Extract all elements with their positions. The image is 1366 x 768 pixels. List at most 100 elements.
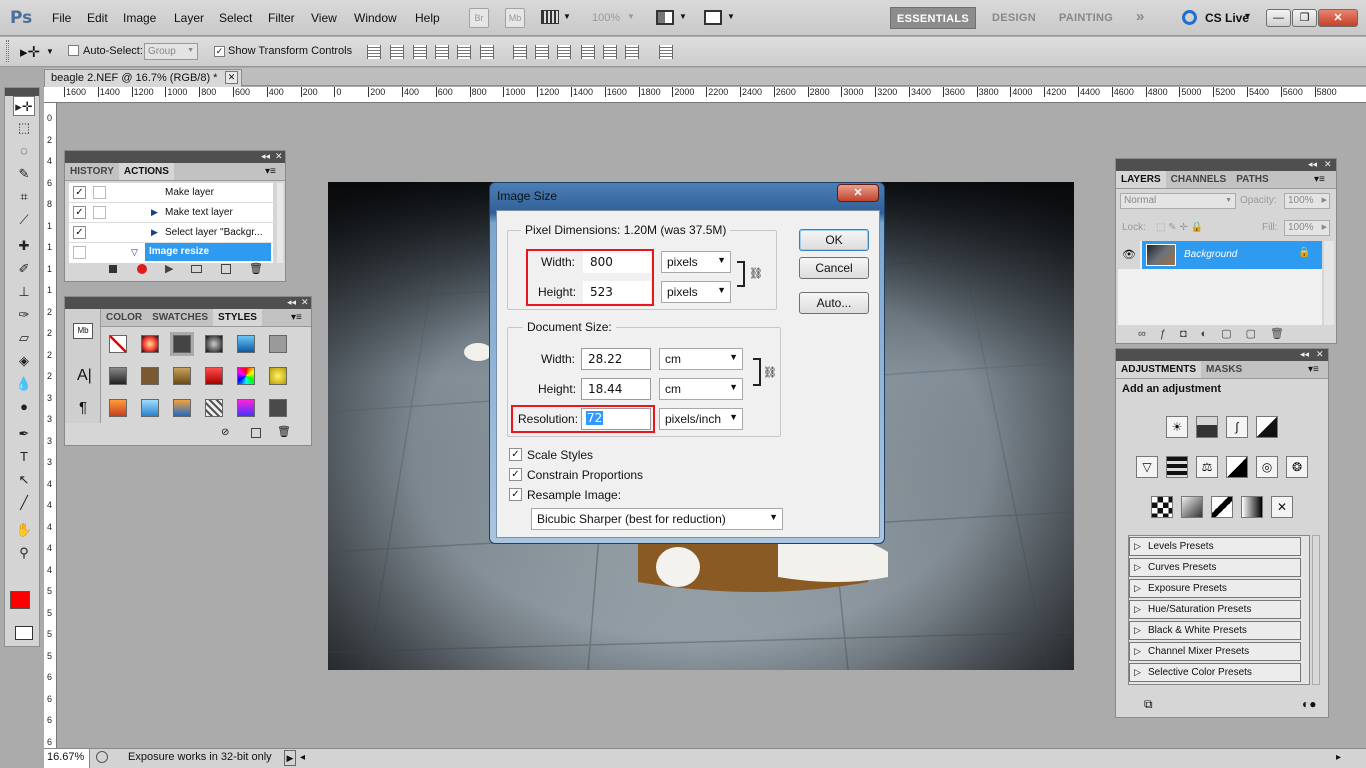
style-swatch[interactable]	[205, 367, 223, 385]
dodge-tool-icon[interactable]: ●	[13, 397, 35, 417]
dialog-close-button[interactable]: ✕	[837, 184, 879, 202]
dialog-toggle[interactable]	[93, 206, 106, 219]
toggle-checkbox[interactable]: ✓	[73, 206, 86, 219]
levels-presets-item[interactable]: ▷ Levels Presets	[1129, 537, 1301, 556]
auto-select-checkbox[interactable]	[68, 45, 79, 59]
style-swatch[interactable]	[173, 367, 191, 385]
curves-icon[interactable]: ∫	[1226, 416, 1248, 438]
tab-color[interactable]: COLOR	[101, 309, 147, 326]
collapse-panel-icon[interactable]: ◂◂	[1300, 349, 1309, 360]
style-swatch[interactable]	[141, 399, 159, 417]
scroll-right-arrow[interactable]: ▸	[1336, 749, 1341, 766]
document-tab[interactable]: beagle 2.NEF @ 16.7% (RGB/8) *	[44, 69, 242, 87]
eyedropper-tool-icon[interactable]: ⟋	[13, 210, 35, 230]
menu-image[interactable]: Image	[123, 11, 156, 25]
levels-icon[interactable]	[1196, 416, 1218, 438]
paint-bucket-tool-icon[interactable]: ◈	[13, 351, 35, 371]
menu-select[interactable]: Select	[219, 11, 252, 25]
history-brush-tool-icon[interactable]: ✑	[13, 305, 35, 325]
style-swatch[interactable]	[269, 399, 287, 417]
more-workspaces-icon[interactable]: »	[1136, 8, 1144, 25]
brightness-contrast-icon[interactable]: ☀	[1166, 416, 1188, 438]
maximize-button[interactable]: ❐	[1292, 9, 1317, 27]
delete-icon[interactable]: 🗑	[249, 262, 263, 275]
mini-bridge-icon[interactable]: Mb	[73, 323, 93, 339]
doc-height-unit-select[interactable]: cm ▼	[659, 378, 743, 400]
clip-to-layer-icon[interactable]: ◐●	[1302, 697, 1317, 711]
style-swatch[interactable]	[269, 335, 287, 353]
pixel-height-input[interactable]: 523	[583, 281, 651, 303]
menu-layer[interactable]: Layer	[174, 11, 204, 25]
menu-filter[interactable]: Filter	[268, 11, 295, 25]
distribute-hcenter-icon[interactable]	[603, 45, 617, 59]
tab-masks[interactable]: MASKS	[1201, 361, 1247, 378]
chevron-down-icon[interactable]: ▼	[727, 12, 735, 21]
quick-mask-icon[interactable]	[15, 626, 33, 640]
cancel-button[interactable]: Cancel	[799, 257, 869, 279]
pixel-height-unit-select[interactable]: pixels ▼	[661, 281, 731, 303]
style-swatch[interactable]	[205, 399, 223, 417]
brush-tool-icon[interactable]: ✐	[13, 259, 35, 279]
menu-window[interactable]: Window	[354, 11, 397, 25]
style-swatch[interactable]	[109, 367, 127, 385]
list-item[interactable]: ✓ ▶ Make text layer	[69, 203, 273, 223]
align-left-icon[interactable]	[435, 45, 449, 59]
move-tool-icon[interactable]: ▸✛	[20, 43, 40, 61]
close-panel-icon[interactable]: ✕	[301, 297, 309, 308]
style-swatch[interactable]	[237, 399, 255, 417]
constrain-proportions-checkbox[interactable]: ✓	[509, 468, 522, 481]
panel-menu-icon[interactable]: ▾≡	[291, 312, 302, 323]
vibrance-icon[interactable]: ▽	[1136, 456, 1158, 478]
expand-triangle-icon[interactable]: ▷	[1134, 622, 1141, 639]
chevron-down-icon[interactable]: ▾	[1245, 11, 1250, 22]
stop-icon[interactable]	[109, 265, 117, 273]
list-item[interactable]: ✓ Make layer	[69, 183, 273, 203]
clone-stamp-tool-icon[interactable]: ⊥	[13, 282, 35, 302]
record-icon[interactable]	[137, 264, 147, 274]
expand-triangle-icon[interactable]: ▷	[1134, 664, 1141, 681]
posterize-icon[interactable]	[1181, 496, 1203, 518]
panel-menu-icon[interactable]: ▾≡	[1308, 364, 1319, 375]
chevron-down-icon[interactable]: ▼	[46, 47, 54, 56]
expand-triangle-icon[interactable]: ▷	[1134, 538, 1141, 555]
view-extras-icon[interactable]	[541, 10, 559, 24]
list-item[interactable]: ▽ Image resize	[69, 243, 273, 263]
healing-brush-tool-icon[interactable]: ✚	[13, 236, 35, 256]
move-tool-icon[interactable]: ▸✛	[13, 96, 35, 116]
layer-name[interactable]: Background	[1184, 249, 1237, 260]
lasso-tool-icon[interactable]: ◌	[13, 141, 35, 161]
chevron-down-icon[interactable]: ▼	[627, 12, 635, 21]
color-balance-icon[interactable]: ⚖	[1196, 456, 1218, 478]
align-hcenter-icon[interactable]	[457, 45, 471, 59]
style-swatch[interactable]	[237, 367, 255, 385]
eye-icon[interactable]: 👁	[1118, 241, 1140, 269]
tab-adjustments[interactable]: ADJUSTMENTS	[1116, 361, 1202, 378]
close-tab-icon[interactable]: ✕	[225, 71, 238, 84]
pixel-width-unit-select[interactable]: pixels ▼	[661, 251, 731, 273]
menu-edit[interactable]: Edit	[87, 11, 108, 25]
crop-tool-icon[interactable]: ⌗	[13, 187, 35, 207]
zoom-level-field[interactable]: 100%	[592, 12, 620, 24]
mini-bridge-button[interactable]: Mb	[505, 8, 525, 28]
panel-menu-icon[interactable]: ▾≡	[1314, 174, 1325, 185]
toggle-checkbox[interactable]: ✓	[73, 226, 86, 239]
expand-triangle-icon[interactable]: ▶	[151, 227, 158, 238]
doc-width-input[interactable]: 28.22	[581, 348, 651, 370]
threshold-icon[interactable]	[1211, 496, 1233, 518]
exposure-icon[interactable]	[1256, 416, 1278, 438]
menu-file[interactable]: File	[52, 11, 71, 25]
auto-button[interactable]: Auto...	[799, 292, 869, 314]
lock-icons[interactable]: ⬚ ✎ ✛ 🔒	[1156, 222, 1203, 233]
toggle-checkbox[interactable]	[73, 246, 86, 259]
blend-mode-select[interactable]: Normal ▼	[1120, 193, 1236, 209]
tab-channels[interactable]: CHANNELS	[1166, 171, 1232, 188]
hue-saturation-icon[interactable]	[1166, 456, 1188, 478]
doc-width-unit-select[interactable]: cm ▼	[659, 348, 743, 370]
type-tool-icon[interactable]: T	[13, 447, 35, 467]
style-swatch[interactable]	[109, 399, 127, 417]
gradient-map-icon[interactable]	[1241, 496, 1263, 518]
minimize-button[interactable]: —	[1266, 9, 1291, 27]
distribute-top-icon[interactable]	[513, 45, 527, 59]
play-icon[interactable]: ▶	[165, 262, 173, 275]
auto-align-icon[interactable]	[659, 45, 673, 59]
